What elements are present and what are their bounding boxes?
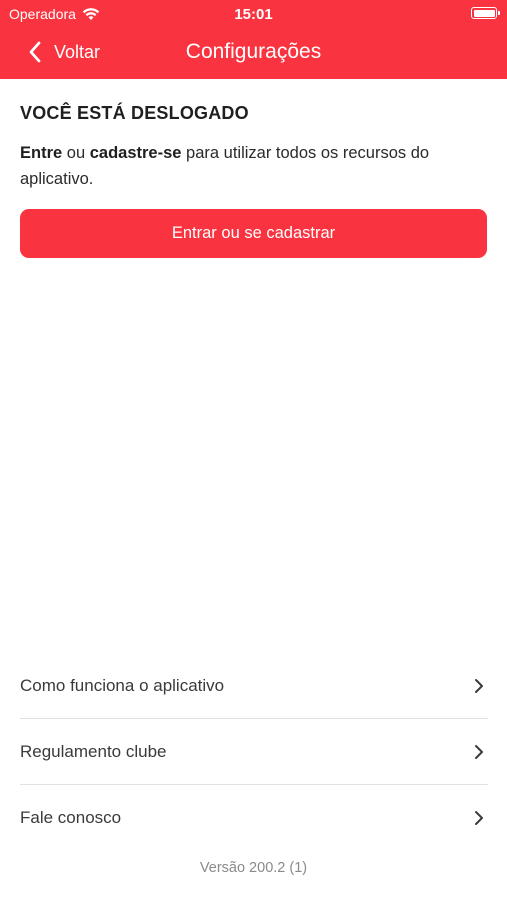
- logged-out-section: VOCÊ ESTÁ DESLOGADO Entre ou cadastre-se…: [20, 103, 487, 192]
- logged-out-description: Entre ou cadastre-se para utilizar todos…: [20, 140, 487, 192]
- desc-bold-enter: Entre: [20, 144, 63, 162]
- menu-item-how-it-works[interactable]: Como funciona o aplicativo: [20, 653, 488, 719]
- status-bar: Operadora 15:01: [0, 0, 507, 28]
- settings-menu: Como funciona o aplicativo Regulamento c…: [20, 653, 488, 851]
- logged-out-title: VOCÊ ESTÁ DESLOGADO: [20, 103, 249, 123]
- menu-item-label: Fale conosco: [20, 808, 122, 827]
- chevron-right-icon: [475, 811, 483, 825]
- menu-item-club-rules[interactable]: Regulamento clube: [20, 719, 488, 785]
- status-time: 15:01: [234, 6, 273, 23]
- app-header: Operadora 15:01 Voltar Configurações: [0, 0, 507, 79]
- desc-bold-register: cadastre-se: [89, 144, 182, 162]
- app-version: Versão 200.2 (1): [199, 860, 308, 876]
- chevron-right-icon: [475, 744, 483, 759]
- login-register-button[interactable]: Entrar ou se cadastrar: [20, 209, 487, 258]
- desc-text-or: ou: [62, 144, 90, 162]
- page-title: Configurações: [0, 40, 507, 64]
- chevron-right-icon: [475, 678, 483, 693]
- battery-icon: [471, 7, 500, 19]
- navigation-bar: Voltar Configurações: [0, 28, 507, 79]
- menu-item-label: Como funciona o aplicativo: [20, 675, 225, 695]
- menu-item-label: Regulamento clube: [20, 741, 167, 761]
- menu-item-contact-us[interactable]: Fale conosco: [20, 785, 488, 851]
- page-title-text: Configurações: [185, 40, 322, 63]
